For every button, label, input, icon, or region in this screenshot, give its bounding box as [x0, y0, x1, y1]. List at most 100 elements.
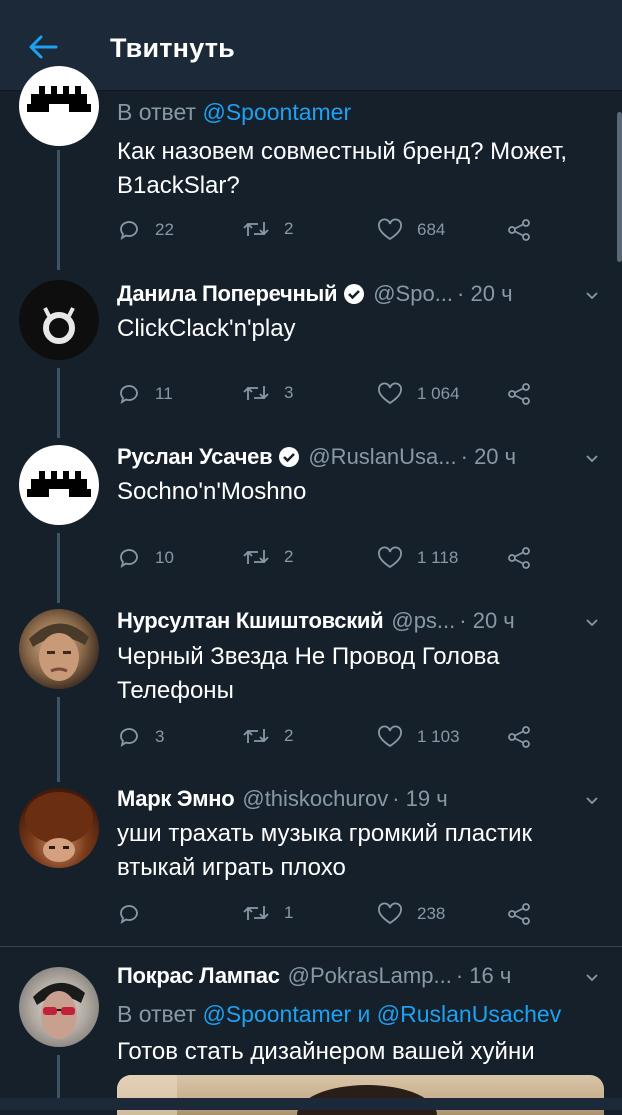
verified-badge-icon	[344, 284, 365, 304]
user-handle[interactable]: @PokrasLamp...	[288, 963, 452, 989]
retweet-button[interactable]: 2	[242, 218, 293, 240]
thread-line	[57, 533, 60, 603]
display-name[interactable]: Нурсултан Кшиштовский	[117, 608, 384, 634]
divider	[0, 946, 622, 947]
tweet-text: ClickClack'n'play	[117, 315, 296, 342]
display-name[interactable]: Руслан Усачев	[117, 444, 273, 470]
avatar[interactable]	[19, 788, 99, 868]
tweet-header: Марк Эмно @thiskochurov · 19 ч	[117, 786, 448, 812]
reply-button[interactable]: 22	[117, 218, 174, 242]
reply-button[interactable]: 3	[117, 725, 164, 749]
retweet-button[interactable]: 1	[242, 902, 293, 924]
reply-icon	[120, 385, 138, 404]
user-handle[interactable]: @RuslanUsa...	[308, 444, 456, 470]
reply-count: 3	[155, 727, 165, 746]
heart-icon	[378, 218, 402, 241]
user-handle[interactable]: @Spo...	[373, 281, 453, 307]
chevron-down-icon[interactable]	[584, 614, 600, 630]
share-button[interactable]	[507, 725, 545, 749]
reply-button[interactable]	[117, 902, 155, 926]
reply-to-line: В ответ @Spoontamer и @RuslanUsachev	[117, 1001, 561, 1028]
tweet-text: уши трахать музыка громкий пластик втыка…	[117, 820, 532, 881]
like-button[interactable]: 684	[377, 218, 445, 242]
page-title: Твитнуть	[110, 33, 235, 63]
thread-line	[57, 150, 60, 270]
mustache-pixel-icon	[27, 471, 91, 497]
avatar[interactable]	[19, 280, 99, 360]
avatar[interactable]	[19, 967, 99, 1047]
reply-count: 22	[155, 220, 174, 239]
like-count: 238	[417, 904, 446, 923]
reply-button[interactable]: 11	[117, 382, 173, 406]
user-handle[interactable]: @ps...	[391, 608, 455, 634]
like-button[interactable]: 1 118	[377, 546, 458, 570]
thread-line	[57, 697, 60, 782]
like-button[interactable]: 1 064	[377, 382, 460, 406]
tweet-text: Готов стать дизайнером вашей хуйни	[117, 1038, 535, 1065]
chevron-down-icon[interactable]	[584, 450, 600, 466]
reply-conjunction: и	[357, 1001, 371, 1027]
display-name[interactable]: Покрас Лампас	[117, 963, 280, 989]
retweet-count: 1	[284, 903, 294, 922]
timestamp: · 16 ч	[455, 963, 512, 988]
chevron-down-icon[interactable]	[584, 287, 600, 303]
share-button[interactable]	[507, 546, 545, 570]
tweet-actions: 11 3 1 064	[117, 382, 537, 412]
retweet-count: 2	[284, 726, 294, 745]
tweet-actions: 22 2 684	[117, 218, 537, 248]
avatar[interactable]	[19, 66, 99, 146]
scrollbar[interactable]	[617, 112, 622, 262]
share-button[interactable]	[507, 902, 545, 926]
reply-count: 10	[155, 548, 174, 567]
share-icon	[508, 219, 530, 241]
avatar[interactable]	[19, 609, 99, 689]
like-button[interactable]: 1 103	[377, 725, 460, 749]
tweet-header: Данила Поперечный @Spo... · 20 ч	[117, 281, 513, 307]
retweet-button[interactable]: 2	[242, 546, 293, 568]
chevron-down-icon[interactable]	[584, 792, 600, 808]
like-button[interactable]: 238	[377, 902, 445, 926]
like-count: 684	[417, 220, 446, 239]
top-bar: Твитнуть	[0, 0, 622, 91]
like-count: 1 118	[417, 548, 459, 567]
share-icon	[508, 383, 530, 405]
reply-count: 11	[155, 384, 173, 403]
retweet-icon	[243, 222, 269, 236]
mustache-pixel-icon	[27, 86, 91, 112]
mention-link[interactable]: @Spoontamer	[202, 99, 351, 125]
retweet-icon	[243, 729, 269, 743]
thread-line	[57, 368, 60, 438]
face-photo-icon	[29, 623, 89, 681]
share-button[interactable]	[507, 382, 545, 406]
mention-link[interactable]: @RuslanUsachev	[377, 1001, 561, 1027]
heart-icon	[378, 902, 402, 925]
back-arrow-icon[interactable]	[26, 30, 60, 64]
tweet-actions: 10 2 1 118	[117, 546, 537, 576]
avatar[interactable]	[19, 445, 99, 525]
tweet-text: Sochno'n'Moshno	[117, 478, 307, 505]
user-handle[interactable]: @thiskochurov	[242, 786, 388, 812]
retweet-button[interactable]: 2	[242, 725, 293, 747]
like-count: 1 103	[417, 727, 460, 746]
display-name[interactable]: Данила Поперечный	[117, 281, 338, 307]
tweet-header: Нурсултан Кшиштовский @ps... · 20 ч	[117, 608, 515, 634]
timestamp: · 20 ч	[460, 444, 517, 469]
heart-icon	[378, 546, 402, 569]
bottom-bar	[0, 1098, 622, 1110]
reply-button[interactable]: 10	[117, 546, 174, 570]
like-count: 1 064	[417, 384, 460, 403]
reply-prefix: В ответ	[117, 99, 197, 125]
retweet-button[interactable]: 3	[242, 382, 293, 404]
mention-link[interactable]: @Spoontamer	[202, 1001, 351, 1027]
share-icon	[508, 547, 530, 569]
reply-icon	[120, 221, 138, 240]
display-name[interactable]: Марк Эмно	[117, 786, 235, 812]
share-icon	[508, 726, 530, 748]
retweet-count: 2	[284, 219, 294, 238]
share-button[interactable]	[507, 218, 545, 242]
chevron-down-icon[interactable]	[584, 969, 600, 985]
tweet-header: Покрас Лампас @PokrasLamp... · 16 ч	[117, 963, 511, 989]
hair-photo-icon	[25, 792, 93, 862]
verified-badge-icon	[279, 447, 300, 467]
retweet-count: 2	[284, 547, 294, 566]
